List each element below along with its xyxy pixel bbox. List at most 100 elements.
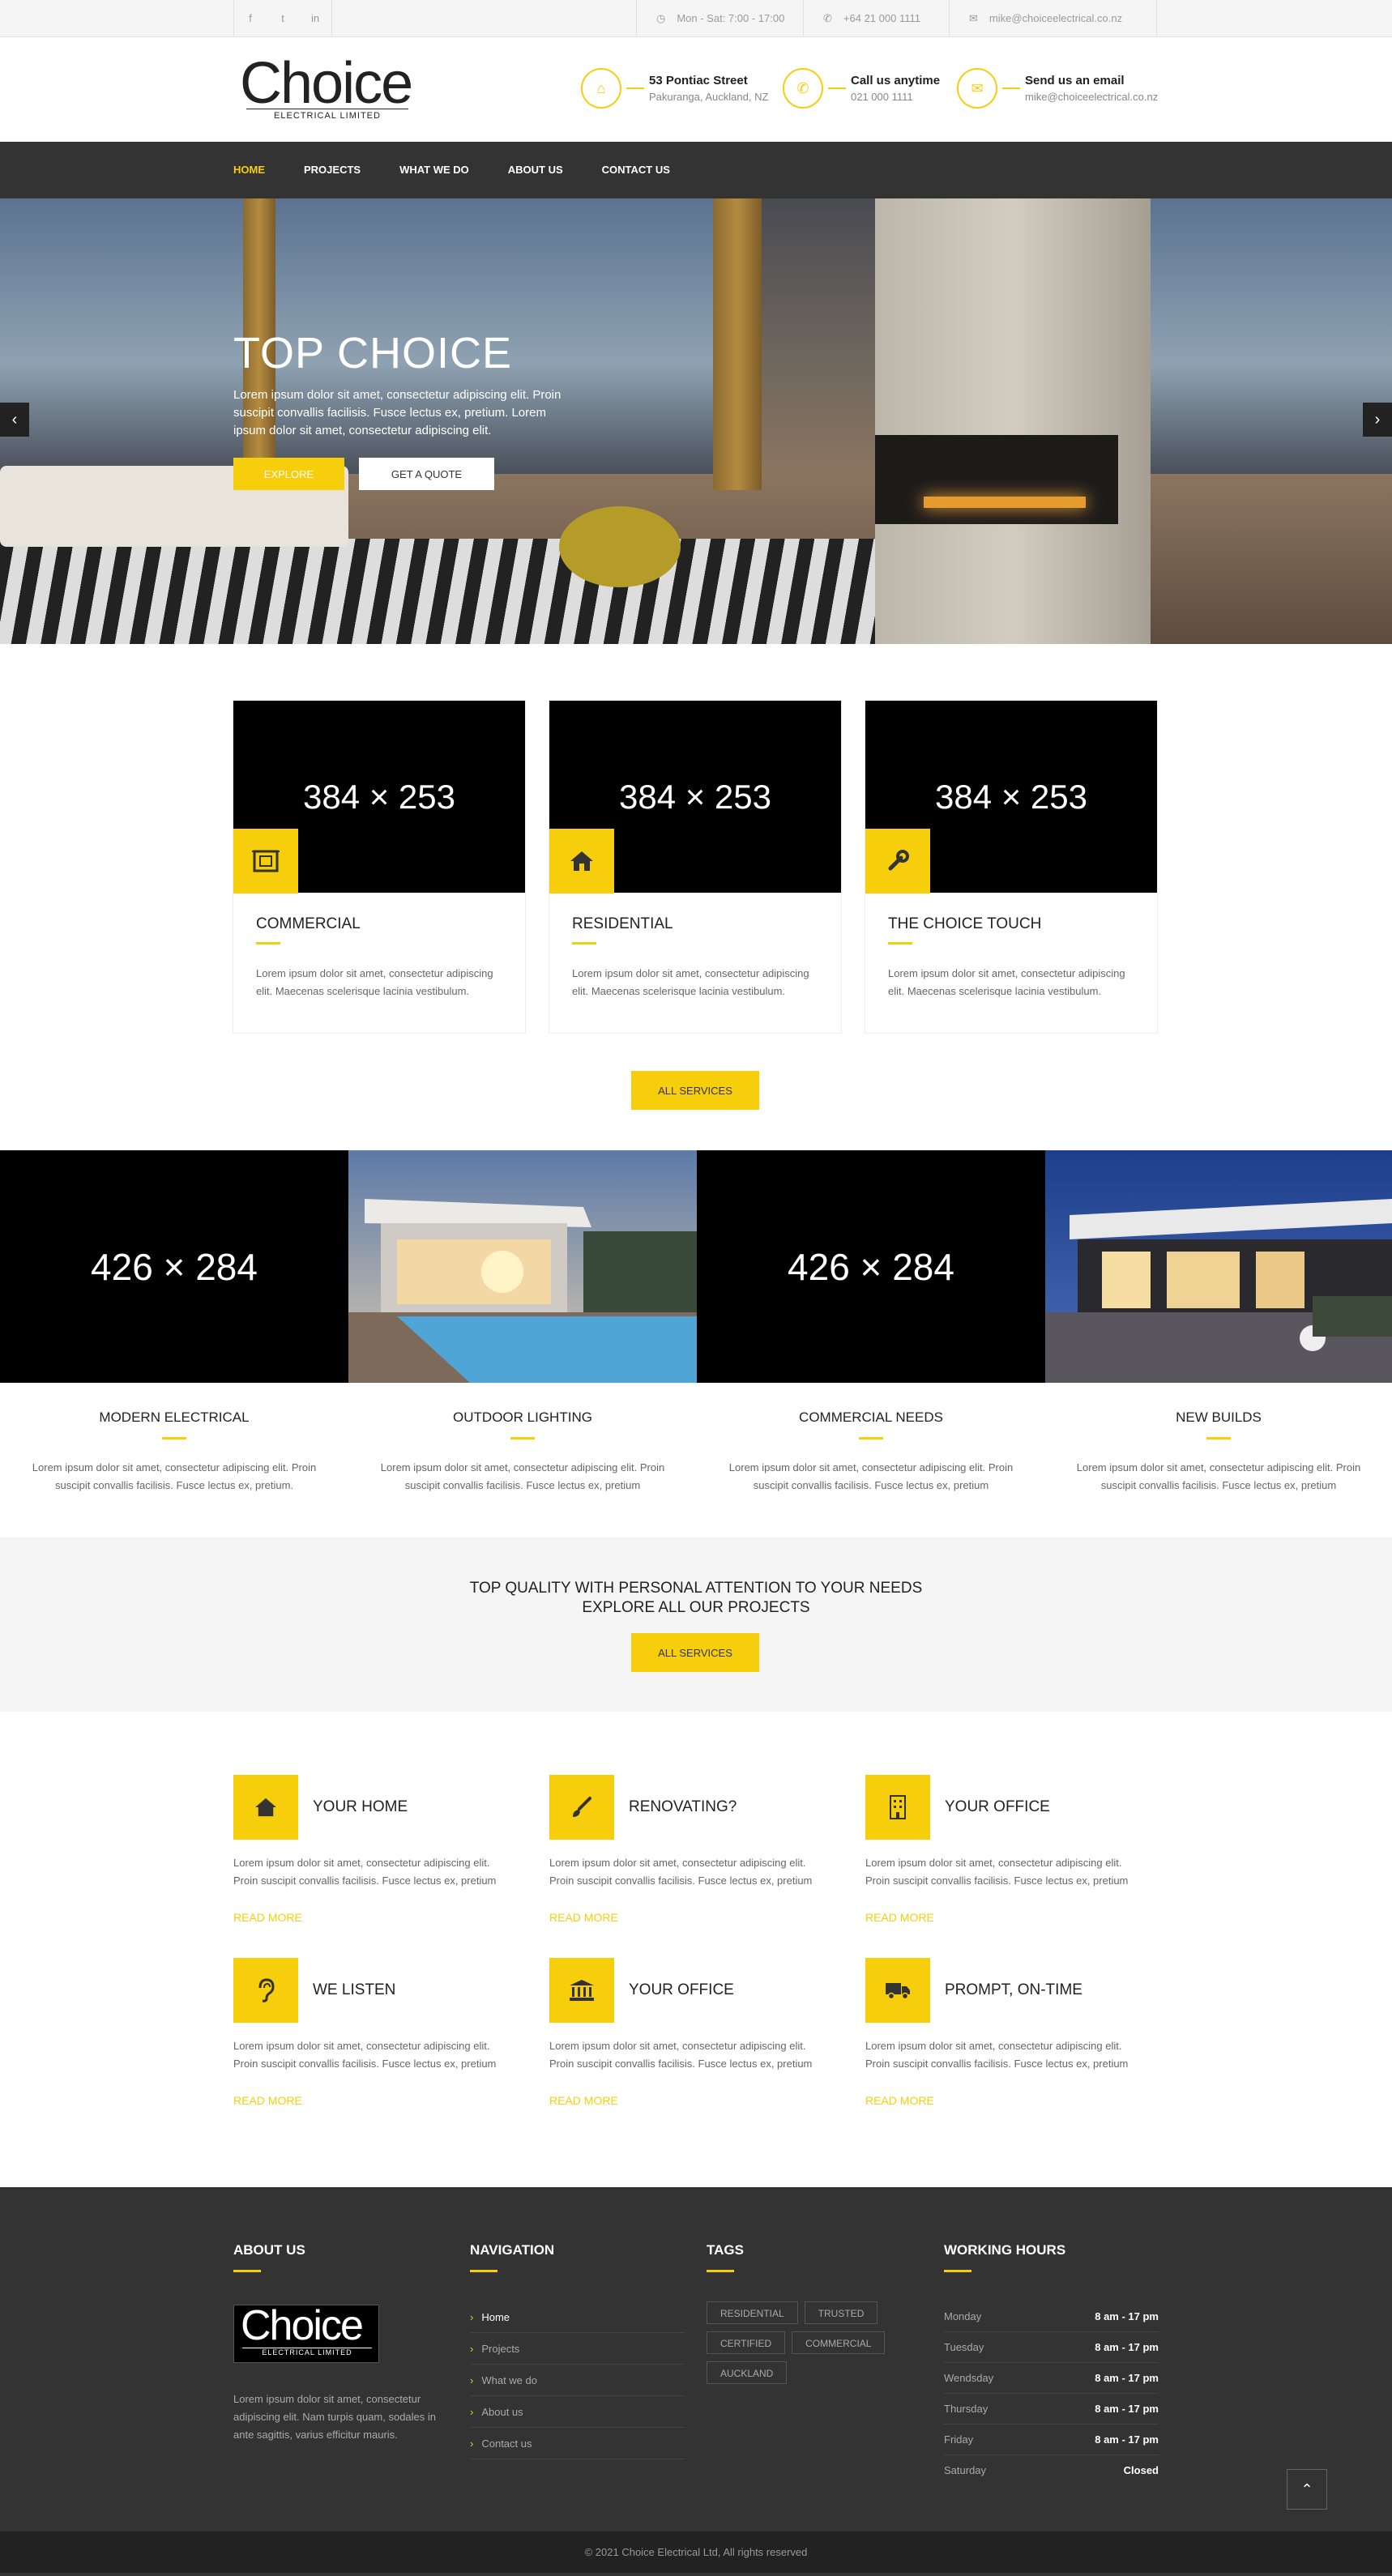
chevron-up-icon: ⌃: [1300, 2480, 1313, 2497]
top-email-text[interactable]: mike@choiceelectrical.co.nz: [989, 12, 1122, 24]
footer-nav-item[interactable]: › What we do: [470, 2365, 685, 2396]
email-sub[interactable]: mike@choiceelectrical.co.nz: [1025, 91, 1158, 103]
feature-item: YOUR OFFICE Lorem ipsum dolor sit amet, …: [865, 1775, 1157, 1924]
arrow-decoration: [828, 87, 846, 89]
read-more-link[interactable]: READ MORE: [233, 1911, 525, 1924]
project-info: COMMERCIAL NEEDS Lorem ipsum dolor sit a…: [697, 1410, 1045, 1495]
paintbrush-icon: [549, 1775, 614, 1840]
address-sub: Pakuranga, Auckland, NZ: [649, 91, 769, 103]
feature-item: PROMPT, ON-TIME Lorem ipsum dolor sit am…: [865, 1958, 1157, 2107]
footer-nav-item[interactable]: › Projects: [470, 2333, 685, 2365]
building-icon: [865, 1775, 930, 1840]
cta-section: TOP QUALITY WITH PERSONAL ATTENTION TO Y…: [0, 1537, 1392, 1712]
hours-time: 8 am - 17 pm: [1095, 2341, 1159, 2353]
tag-link[interactable]: AUCKLAND: [707, 2361, 788, 2384]
get-quote-button[interactable]: GET A QUOTE: [359, 458, 494, 490]
tag-link[interactable]: CERTIFIED: [707, 2331, 786, 2354]
twitter-icon[interactable]: t: [267, 0, 299, 37]
service-card[interactable]: 384 × 253 THE CHOICE TOUCH Lorem ipsum d…: [865, 701, 1157, 1033]
mail-icon: ✉: [969, 12, 978, 24]
nav-what-we-do[interactable]: WHAT WE DO: [399, 142, 469, 198]
title-underline: [888, 942, 912, 945]
service-card[interactable]: 384 × 253 COMMERCIAL Lorem ipsum dolor s…: [233, 701, 525, 1033]
footer-hours: WORKING HOURS Monday 8 am - 17 pm Tuesday…: [944, 2187, 1159, 2486]
home-icon: [233, 1775, 298, 1840]
hours-row: Friday 8 am - 17 pm: [944, 2425, 1159, 2455]
read-more-link[interactable]: READ MORE: [549, 2094, 841, 2107]
project-text: Lorem ipsum dolor sit amet, consectetur …: [32, 1461, 317, 1491]
tag-link[interactable]: COMMERCIAL: [792, 2331, 886, 2354]
linkedin-icon[interactable]: in: [299, 0, 331, 37]
home-icon: [549, 829, 614, 893]
hero-slider: ‹ ›: [0, 198, 1392, 644]
feature-title: YOUR HOME: [313, 1798, 408, 1815]
project-image-placeholder[interactable]: 426 × 284: [697, 1150, 1045, 1383]
copyright-text: © 2021 Choice Electrical Ltd, All rights…: [584, 2546, 808, 2558]
read-more-link[interactable]: READ MORE: [865, 2094, 1157, 2107]
nav-home[interactable]: HOME: [233, 142, 265, 198]
truck-icon: [865, 1958, 930, 2023]
project-image-placeholder[interactable]: 426 × 284: [0, 1150, 348, 1383]
feature-title: RENOVATING?: [629, 1798, 737, 1815]
cta-line-1: TOP QUALITY WITH PERSONAL ATTENTION TO Y…: [469, 1580, 923, 1597]
call-title: Call us anytime: [851, 74, 941, 87]
facebook-icon[interactable]: f: [234, 0, 267, 37]
feature-text: Lorem ipsum dolor sit amet, consectetur …: [233, 1857, 497, 1887]
main-nav: HOME PROJECTS WHAT WE DO ABOUT US CONTAC…: [0, 142, 1392, 198]
hero-window: [0, 198, 243, 474]
all-services-button[interactable]: ALL SERVICES: [631, 1071, 759, 1110]
copyright-bar: © 2021 Choice Electrical Ltd, All rights…: [0, 2531, 1392, 2576]
read-more-link[interactable]: READ MORE: [549, 1911, 841, 1924]
slider-prev-button[interactable]: ‹: [0, 403, 29, 437]
site-logo[interactable]: Choice ELECTRICAL LIMITED: [240, 51, 413, 125]
tag-link[interactable]: RESIDENTIAL: [707, 2301, 798, 2324]
feature-text: Lorem ipsum dolor sit amet, consectetur …: [233, 2040, 497, 2070]
hours-time: 8 am - 17 pm: [1095, 2403, 1159, 2415]
footer-nav-label: Projects: [481, 2343, 520, 2355]
footer-nav-item[interactable]: › Contact us: [470, 2428, 685, 2459]
back-to-top-button[interactable]: ⌃: [1287, 2469, 1327, 2510]
call-sub[interactable]: 021 000 1111: [851, 91, 940, 103]
project-image-night-house[interactable]: [1045, 1150, 1392, 1383]
footer-about: ABOUT US Choice ELECTRICAL LIMITED Lorem…: [233, 2187, 444, 2444]
project-title[interactable]: OUTDOOR LIGHTING: [348, 1410, 697, 1426]
slider-next-button[interactable]: ›: [1363, 403, 1392, 437]
hero-pillar: [875, 198, 1151, 644]
feature-item: WE LISTEN Lorem ipsum dolor sit amet, co…: [233, 1958, 525, 2107]
footer-about-text: Lorem ipsum dolor sit amet, consectetur …: [233, 2393, 437, 2441]
ear-icon: [233, 1958, 298, 2023]
wrench-icon: [865, 829, 930, 893]
project-title[interactable]: COMMERCIAL NEEDS: [697, 1410, 1045, 1426]
project-image-pool-house[interactable]: [348, 1150, 697, 1383]
nav-contact-us[interactable]: CONTACT US: [602, 142, 670, 198]
footer-nav-item[interactable]: › About us: [470, 2396, 685, 2428]
chevron-right-icon: ›: [470, 2343, 474, 2355]
cta-all-services-button[interactable]: ALL SERVICES: [631, 1633, 759, 1672]
tag-link[interactable]: TRUSTED: [804, 2301, 878, 2324]
logo-wordmark: Choice: [240, 51, 413, 116]
top-phone-text[interactable]: +64 21 000 1111: [843, 12, 920, 24]
project-title[interactable]: NEW BUILDS: [1045, 1410, 1392, 1426]
read-more-link[interactable]: READ MORE: [865, 1911, 1157, 1924]
footer-logo[interactable]: Choice ELECTRICAL LIMITED: [233, 2305, 379, 2363]
project-text: Lorem ipsum dolor sit amet, consectetur …: [1076, 1461, 1361, 1491]
footer-heading: TAGS: [707, 2242, 744, 2258]
explore-button[interactable]: EXPLORE: [233, 458, 344, 490]
cta-line-2: EXPLORE ALL OUR PROJECTS: [582, 1599, 810, 1616]
phone-icon: ✆: [783, 68, 823, 109]
phone-icon: ✆: [823, 12, 832, 24]
opening-hours: ◷ Mon - Sat: 7:00 - 17:00: [636, 0, 803, 37]
footer-nav-item[interactable]: › Home: [470, 2301, 685, 2333]
feature-title: WE LISTEN: [313, 1981, 396, 1998]
hero-title: TOP CHOICE: [233, 329, 513, 377]
project-title[interactable]: MODERN ELECTRICAL: [0, 1410, 348, 1426]
chevron-right-icon: ›: [470, 2437, 474, 2450]
nav-about-us[interactable]: ABOUT US: [508, 142, 563, 198]
heading-underline: [944, 2270, 971, 2272]
nav-projects[interactable]: PROJECTS: [304, 142, 361, 198]
read-more-link[interactable]: READ MORE: [233, 2094, 525, 2107]
arrow-decoration: [626, 87, 644, 89]
service-card[interactable]: 384 × 253 RESIDENTIAL Lorem ipsum dolor …: [549, 701, 841, 1033]
footer-tags: TAGS RESIDENTIAL TRUSTED CERTIFIED COMME…: [707, 2187, 893, 2391]
hours-day: Tuesday: [944, 2341, 984, 2353]
